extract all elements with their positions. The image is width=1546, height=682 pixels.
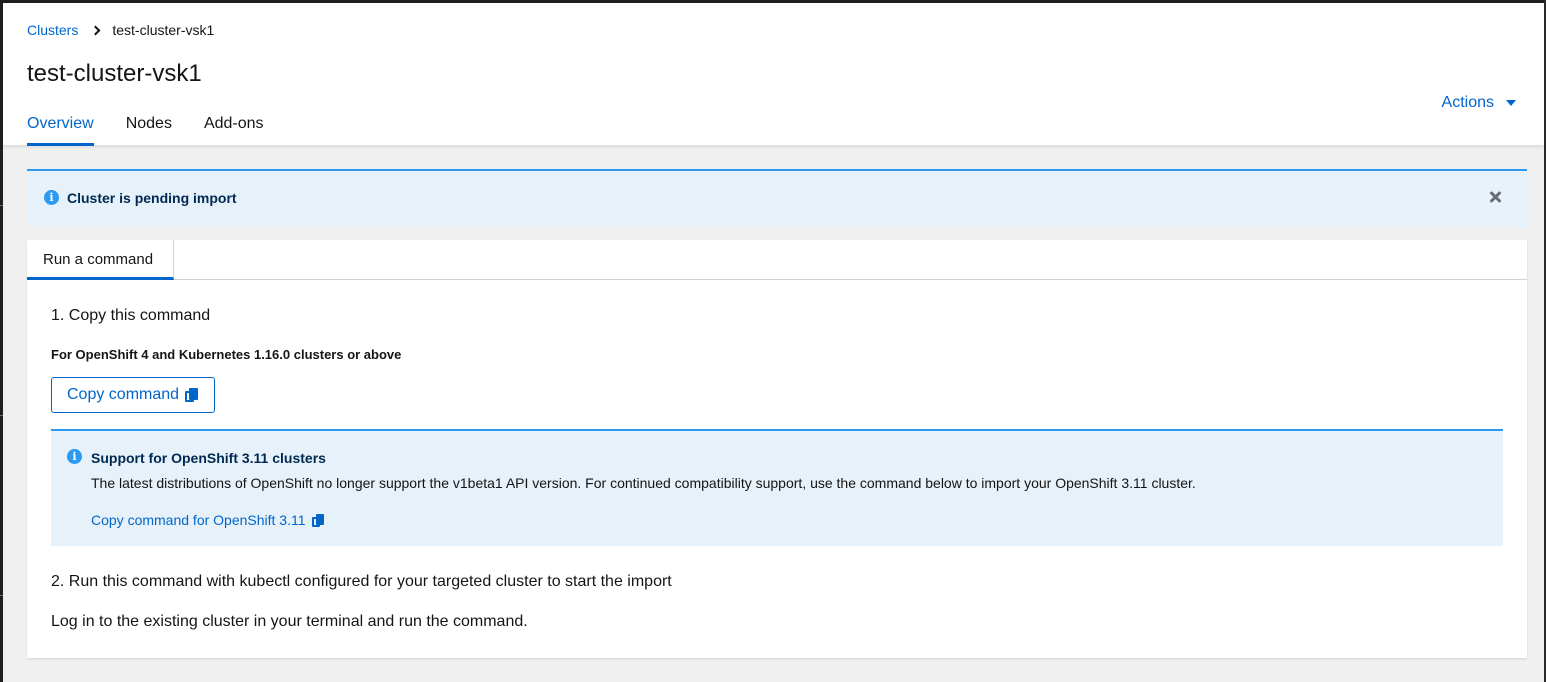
breadcrumb-current: test-cluster-vsk1	[112, 22, 215, 38]
command-requirements-text: For OpenShift 4 and Kubernetes 1.16.0 cl…	[51, 347, 402, 362]
copy-command-311-link[interactable]: Copy command for OpenShift 3.11	[91, 512, 324, 528]
breadcrumb: Clusters test-cluster-vsk1	[27, 22, 214, 38]
page-title: test-cluster-vsk1	[27, 60, 202, 87]
left-border-tick	[0, 415, 3, 416]
step2-title: 2. Run this command with kubectl configu…	[51, 573, 672, 590]
copy-icon	[185, 387, 199, 403]
copy-command-311-label: Copy command for OpenShift 3.11	[91, 512, 306, 528]
pending-import-alert: i Cluster is pending import	[27, 169, 1527, 227]
card-tab-bar: Run a command	[27, 240, 1527, 280]
tab-nodes[interactable]: Nodes	[126, 115, 172, 143]
copy-icon	[311, 513, 324, 527]
tab-overview[interactable]: Overview	[27, 115, 94, 146]
inline-alert-title: Support for OpenShift 3.11 clusters	[91, 450, 326, 466]
app-frame: Clusters test-cluster-vsk1 test-cluster-…	[0, 0, 1546, 682]
copy-command-label: Copy command	[67, 386, 180, 403]
import-command-card: Run a command 1. Copy this command For O…	[27, 240, 1527, 658]
actions-dropdown[interactable]: Actions	[1442, 94, 1516, 112]
close-icon[interactable]	[1487, 189, 1503, 205]
chevron-right-icon	[90, 25, 101, 35]
openshift-311-alert: i Support for OpenShift 3.11 clusters Th…	[51, 429, 1503, 546]
copy-command-button[interactable]: Copy command	[51, 377, 215, 413]
info-circle-icon: i	[44, 190, 59, 205]
page-tabs: Overview Nodes Add-ons	[27, 115, 296, 146]
left-border-tick	[0, 205, 3, 206]
step1-title: 1. Copy this command	[51, 307, 211, 324]
alert-title: Cluster is pending import	[67, 190, 237, 206]
left-border-tick	[0, 595, 3, 596]
breadcrumb-link-clusters[interactable]: Clusters	[27, 22, 78, 38]
actions-label: Actions	[1441, 94, 1494, 111]
info-circle-icon: i	[67, 449, 82, 464]
inline-alert-body: The latest distributions of OpenShift no…	[91, 475, 1196, 491]
tab-add-ons[interactable]: Add-ons	[204, 115, 264, 143]
step2-instructions: Log in to the existing cluster in your t…	[51, 613, 528, 630]
tab-run-a-command[interactable]: Run a command	[27, 240, 174, 280]
page-header: Clusters test-cluster-vsk1 test-cluster-…	[3, 3, 1544, 146]
caret-down-icon	[1506, 100, 1516, 106]
